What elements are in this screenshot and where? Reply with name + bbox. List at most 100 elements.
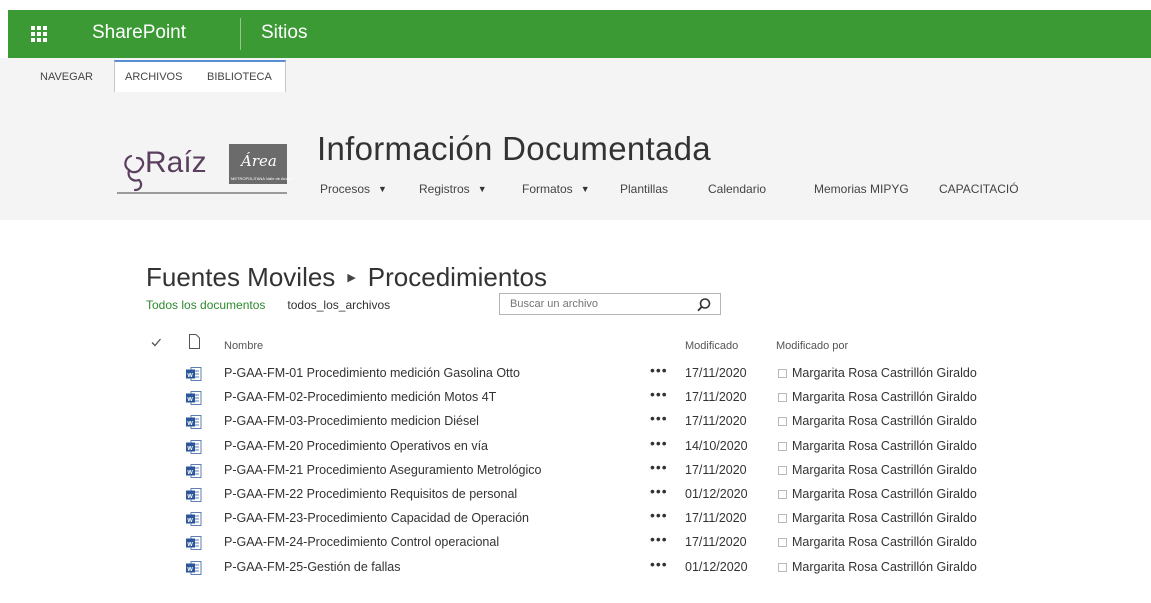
modified-date: 17/11/2020 <box>685 511 747 526</box>
modified-by-link[interactable]: Margarita Rosa Castrillón Giraldo <box>792 560 977 574</box>
document-name-link[interactable]: P-GAA-FM-01 Procedimiento medición Gasol… <box>224 366 520 380</box>
svg-text:w: w <box>186 372 193 379</box>
nav-item-capacitacion[interactable]: CAPACITACIÓ <box>939 182 1019 196</box>
table-row[interactable]: w P-GAA-FM-01 Procedimiento medición Gaso… <box>0 362 1151 386</box>
nav-item-formatos[interactable]: Formatos ▼ <box>522 182 590 196</box>
svg-text:w: w <box>186 469 193 476</box>
breadcrumb: Fuentes Moviles ▶ Procedimientos <box>146 262 547 293</box>
presence-icon <box>778 369 787 378</box>
document-name-link[interactable]: P-GAA-FM-22 Procedimiento Requisitos de … <box>224 487 517 501</box>
breadcrumb-arrow-icon: ▶ <box>347 272 356 284</box>
svg-text:w: w <box>186 444 193 451</box>
document-name-link[interactable]: P-GAA-FM-21 Procedimiento Aseguramiento … <box>224 463 542 477</box>
modified-date: 01/12/2020 <box>685 559 748 574</box>
nav-item-plantillas[interactable]: Plantillas <box>620 182 668 196</box>
table-row[interactable]: w P-GAA-FM-03-Procedimiento medicion Diés… <box>0 410 1151 434</box>
tab-navegar[interactable]: NAVEGAR <box>30 64 103 90</box>
column-header-modified-by[interactable]: Modificado por <box>776 340 848 352</box>
column-header-name[interactable]: Nombre <box>224 340 263 352</box>
select-all-check-icon[interactable] <box>150 336 162 348</box>
modified-by: Margarita Rosa Castrillón Giraldo <box>778 463 977 477</box>
nav-item-procesos[interactable]: Procesos ▼ <box>320 182 387 196</box>
suite-bar: SharePoint Sitios <box>8 10 1151 58</box>
modified-date: 17/11/2020 <box>685 414 747 429</box>
suite-divider <box>240 18 241 50</box>
presence-icon <box>778 562 787 572</box>
file-type-header-icon <box>189 334 200 349</box>
svg-text:w: w <box>186 493 193 500</box>
table-row[interactable]: w P-GAA-FM-22 Procedimiento Requisitos de… <box>0 483 1151 507</box>
document-name-link[interactable]: P-GAA-FM-02-Procedimiento medición Motos… <box>224 390 496 404</box>
word-document-icon: w <box>186 367 202 381</box>
chevron-down-icon: ▼ <box>580 184 590 194</box>
table-row[interactable]: w P-GAA-FM-20 Procedimiento Operativos en… <box>0 435 1151 459</box>
more-actions-button[interactable]: ••• <box>650 435 668 451</box>
table-row[interactable]: w P-GAA-FM-25-Gestión de fallas ••• 01/12/2… <box>0 556 1151 580</box>
word-document-icon: w <box>186 463 202 478</box>
breadcrumb-parent-link[interactable]: Fuentes Moviles <box>146 262 335 292</box>
view-all-files[interactable]: todos_los_archivos <box>287 298 390 312</box>
more-actions-button[interactable]: ••• <box>650 507 668 523</box>
table-row[interactable]: w P-GAA-FM-02-Procedimiento medición Moto… <box>0 386 1151 410</box>
modified-by-link[interactable]: Margarita Rosa Castrillón Giraldo <box>792 366 977 380</box>
modified-by: Margarita Rosa Castrillón Giraldo <box>778 535 977 549</box>
modified-by-link[interactable]: Margarita Rosa Castrillón Giraldo <box>792 511 977 525</box>
site-logo[interactable]: Raíz Área METROPOLITANA Valle de Aburrá <box>117 136 295 196</box>
document-name-link[interactable]: P-GAA-FM-03-Procedimiento medicion Diése… <box>224 414 479 428</box>
search-box <box>499 293 721 315</box>
document-name-link[interactable]: P-GAA-FM-25-Gestión de fallas <box>224 560 400 574</box>
more-actions-button[interactable]: ••• <box>650 362 668 378</box>
modified-by: Margarita Rosa Castrillón Giraldo <box>778 511 977 525</box>
word-document-icon: w <box>186 536 202 551</box>
document-name-link[interactable]: P-GAA-FM-23-Procedimiento Capacidad de O… <box>224 511 529 525</box>
more-actions-button[interactable]: ••• <box>650 531 668 547</box>
presence-icon <box>778 490 787 499</box>
word-document-icon: w <box>186 391 202 406</box>
modified-date: 17/11/2020 <box>685 462 747 477</box>
logo-raiz-text: Raíz <box>145 146 207 179</box>
modified-by: Margarita Rosa Castrillón Giraldo <box>778 390 977 404</box>
view-selector: Todos los documentos todos_los_archivos <box>146 298 390 312</box>
modified-by-link[interactable]: Margarita Rosa Castrillón Giraldo <box>792 439 977 453</box>
nav-item-memorias[interactable]: Memorias MIPYG <box>814 182 909 196</box>
modified-by-link[interactable]: Margarita Rosa Castrillón Giraldo <box>792 414 977 428</box>
tab-archivos[interactable]: ARCHIVOS <box>115 64 192 90</box>
word-document-icon: w <box>186 560 202 575</box>
sites-link[interactable]: Sitios <box>261 10 307 58</box>
more-actions-button[interactable]: ••• <box>650 556 668 572</box>
table-row[interactable]: w P-GAA-FM-23-Procedimiento Capacidad de … <box>0 507 1151 531</box>
modified-by-link[interactable]: Margarita Rosa Castrillón Giraldo <box>792 463 977 477</box>
modified-date: 01/12/2020 <box>685 487 748 501</box>
tab-biblioteca[interactable]: BIBLIOTECA <box>197 64 282 90</box>
nav-item-calendario[interactable]: Calendario <box>708 182 766 196</box>
modified-by-link[interactable]: Margarita Rosa Castrillón Giraldo <box>792 390 977 404</box>
presence-icon <box>778 393 787 403</box>
chevron-down-icon: ▼ <box>477 184 487 194</box>
column-header-modified[interactable]: Modificado <box>685 340 738 352</box>
logo-subtitle-text: METROPOLITANA Valle de Aburrá <box>231 176 294 181</box>
view-all-documents[interactable]: Todos los documentos <box>146 298 265 312</box>
presence-icon <box>778 441 787 451</box>
more-actions-button[interactable]: ••• <box>650 386 668 402</box>
search-icon[interactable] <box>696 297 712 313</box>
ribbon-tab-bar: NAVEGAR ARCHIVOS BIBLIOTECA <box>0 58 1151 92</box>
breadcrumb-current: Procedimientos <box>367 262 547 292</box>
word-document-icon: w <box>186 439 202 454</box>
site-title[interactable]: Información Documentada <box>317 130 711 168</box>
modified-date: 17/11/2020 <box>685 535 747 550</box>
document-name-link[interactable]: P-GAA-FM-20 Procedimiento Operativos en … <box>224 439 488 453</box>
more-actions-button[interactable]: ••• <box>650 483 668 499</box>
table-row[interactable]: w P-GAA-FM-21 Procedimiento Aseguramiento… <box>0 459 1151 483</box>
nav-item-registros[interactable]: Registros ▼ <box>419 182 487 196</box>
svg-text:w: w <box>186 420 193 427</box>
sharepoint-brand-link[interactable]: SharePoint <box>92 10 186 58</box>
modified-by-link[interactable]: Margarita Rosa Castrillón Giraldo <box>792 487 977 501</box>
more-actions-button[interactable]: ••• <box>650 410 668 426</box>
more-actions-button[interactable]: ••• <box>650 459 668 475</box>
modified-date: 17/11/2020 <box>685 390 747 405</box>
document-name-link[interactable]: P-GAA-FM-24-Procedimiento Control operac… <box>224 535 499 549</box>
modified-by-link[interactable]: Margarita Rosa Castrillón Giraldo <box>792 535 977 549</box>
search-input[interactable] <box>500 294 690 314</box>
table-row[interactable]: w P-GAA-FM-24-Procedimiento Control opera… <box>0 531 1151 555</box>
app-launcher-icon[interactable] <box>8 10 70 58</box>
